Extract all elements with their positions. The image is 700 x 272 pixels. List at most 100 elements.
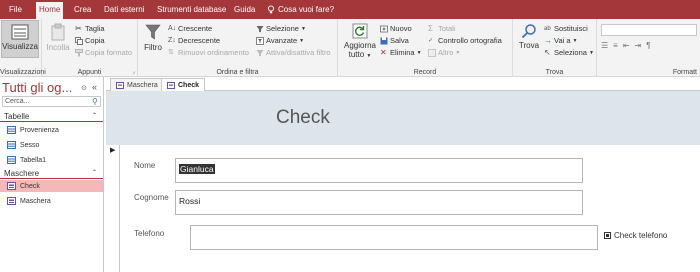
telefono-field[interactable] xyxy=(190,225,598,250)
nav-title[interactable]: Tutti gli og... xyxy=(2,80,72,95)
filtro-button[interactable]: Filtro xyxy=(141,23,165,52)
form-icon xyxy=(7,197,16,205)
doc-tab-check[interactable]: Check xyxy=(161,78,206,92)
avanzate-label: Avanzate xyxy=(266,36,298,45)
scissors-icon: ✂ xyxy=(75,23,82,33)
nome-field[interactable]: Gianluca xyxy=(175,158,583,183)
sort-filter-group-label: Ordina e filtra xyxy=(216,69,259,76)
navigation-pane: Tutti gli og... ⊙ « Cerca... ⚲ Tabelle ⌃ … xyxy=(0,77,104,272)
rimuovi-ordinamento-button[interactable]: ⇅ Rimuovi ordinamento xyxy=(168,47,249,58)
doc-tab-label: Maschera xyxy=(127,81,158,89)
aggiorna-button[interactable]: Aggiorna tutto ▼ xyxy=(342,23,378,59)
trova-button[interactable]: Trova xyxy=(517,23,541,50)
seleziona-button[interactable]: ↖ Seleziona ▼ xyxy=(544,47,594,58)
nav-item-check[interactable]: Check xyxy=(0,180,103,192)
magnifier-icon xyxy=(521,24,536,39)
incolla-button[interactable]: Incolla xyxy=(44,23,72,52)
vai-a-label: Vai a xyxy=(554,36,571,45)
nav-item-tabella1[interactable]: Tabella1 xyxy=(0,154,103,166)
tab-dati-esterni[interactable]: Dati esterni xyxy=(101,3,147,16)
current-record-arrow-icon: ▶ xyxy=(110,147,116,154)
section-label: Maschere xyxy=(4,169,40,178)
nome-value: Gianluca xyxy=(179,164,215,174)
copia-formato-button[interactable]: Copia formato xyxy=(75,47,132,58)
search-icon: ⚲ xyxy=(92,97,98,106)
tab-home[interactable]: Home xyxy=(36,2,64,19)
record-selector[interactable]: ▶ xyxy=(106,145,120,272)
cognome-value: Rossi xyxy=(179,196,201,206)
vai-a-button[interactable]: → Vai a ▼ xyxy=(544,35,578,46)
find-group: Trova ab Sostituisci → Vai a ▼ ↖ Seleziona ▼ … xyxy=(513,19,597,77)
check-telefono-checkbox[interactable] xyxy=(604,232,611,239)
salva-button[interactable]: Salva xyxy=(380,35,409,46)
nome-label: Nome xyxy=(134,161,156,170)
tab-file[interactable]: File xyxy=(6,3,25,16)
numbering-icon[interactable]: ≡ xyxy=(613,41,618,50)
nav-item-sesso[interactable]: Sesso xyxy=(0,139,103,151)
tab-strumenti-database[interactable]: Strumenti database xyxy=(154,3,229,16)
tab-guida[interactable]: Guida xyxy=(231,3,258,16)
copia-button[interactable]: Copia xyxy=(75,35,105,46)
nav-item-label: Provenienza xyxy=(20,126,59,134)
nuovo-button[interactable]: Nuovo xyxy=(380,23,412,34)
visualizza-button[interactable]: Visualizza xyxy=(1,20,39,58)
font-name-dropdown[interactable] xyxy=(601,24,697,36)
doc-tab-maschera[interactable]: Maschera xyxy=(110,78,164,91)
collapse-pane-icon[interactable]: « xyxy=(92,82,97,92)
chevron-down-icon: ▼ xyxy=(588,49,594,56)
bullets-icon[interactable]: ☰ xyxy=(601,41,608,50)
sort-descending-icon: Z↓ xyxy=(168,36,176,44)
chevron-down-icon: ▼ xyxy=(366,53,372,59)
clear-sort-icon: ⇅ xyxy=(168,48,174,56)
decrescente-button[interactable]: Z↓ Decrescente xyxy=(168,35,220,46)
arrow-right-icon: → xyxy=(544,35,552,45)
aggiorna-tutto-label: tutto ▼ xyxy=(348,50,372,59)
cognome-field[interactable]: Rossi xyxy=(175,190,583,215)
elimina-label: Elimina xyxy=(390,48,415,57)
chevron-down-icon[interactable]: ⊙ xyxy=(81,84,87,92)
nav-search-input[interactable]: Cerca... xyxy=(2,96,101,107)
nav-section-tabelle[interactable]: Tabelle ⌃ xyxy=(0,111,103,122)
selezione-button[interactable]: Selezione ▼ xyxy=(256,23,306,34)
filter-icon xyxy=(145,24,161,40)
form-icon xyxy=(116,81,124,89)
form-icon xyxy=(7,182,16,190)
views-group-label: Visualizzazioni xyxy=(0,69,46,76)
decrescente-label: Decrescente xyxy=(178,36,221,45)
indent-icon[interactable]: ⇤ xyxy=(623,41,630,50)
views-group: Visualizza Visualizzazioni xyxy=(0,19,46,77)
cursor-icon: ↖ xyxy=(544,47,551,57)
attiva-label: Attiva/disattiva filtro xyxy=(266,48,331,57)
align-icon[interactable]: ¶ xyxy=(646,41,650,50)
format-painter-icon xyxy=(75,48,83,56)
chevron-down-icon: ▼ xyxy=(572,37,578,44)
cognome-label: Cognome xyxy=(134,193,169,202)
taglia-button[interactable]: ✂ Taglia xyxy=(75,23,105,34)
tell-me-search[interactable]: Cosa vuoi fare? xyxy=(264,3,337,16)
format-group-label: Formatt xyxy=(672,69,697,76)
nav-item-maschera[interactable]: Maschera xyxy=(0,195,103,207)
nav-item-provenienza[interactable]: Provenienza xyxy=(0,124,103,136)
avanzate-button[interactable]: Avanzate ▼ xyxy=(256,35,304,46)
ribbon: Visualizza Visualizzazioni Incolla ✂ Tagl… xyxy=(0,19,700,77)
table-icon xyxy=(7,126,16,134)
totali-label: Totali xyxy=(438,24,456,33)
sostituisci-button[interactable]: ab Sostituisci xyxy=(544,23,588,34)
records-group: Aggiorna tutto ▼ Nuovo Salva ✕ Elimina ▼ Σ… xyxy=(338,19,513,77)
outdent-icon[interactable]: ⇥ xyxy=(635,41,642,50)
elimina-button[interactable]: ✕ Elimina ▼ xyxy=(380,47,422,58)
form-detail: Nome Gianluca Cognome Rossi Telefono Che… xyxy=(120,145,700,272)
table-icon xyxy=(7,156,16,164)
nav-section-maschere[interactable]: Maschere ⌃ xyxy=(0,168,103,179)
totali-button[interactable]: Σ Totali xyxy=(428,23,456,34)
crescente-button[interactable]: A↓ Crescente xyxy=(168,23,212,34)
lightbulb-icon xyxy=(267,5,275,14)
dialog-launcher-icon[interactable]: ⌟ xyxy=(132,68,135,75)
altro-button[interactable]: Altro ▼ xyxy=(428,47,460,58)
controllo-ortografia-button[interactable]: ✓ Controllo ortografia xyxy=(428,35,502,46)
clipboard-group-label: Appunti xyxy=(77,69,102,76)
attiva-filtro-button[interactable]: Attiva/disattiva filtro xyxy=(256,47,331,58)
doc-tab-label: Check xyxy=(178,82,200,89)
taglia-label: Taglia xyxy=(85,24,105,33)
tab-crea[interactable]: Crea xyxy=(71,3,94,16)
